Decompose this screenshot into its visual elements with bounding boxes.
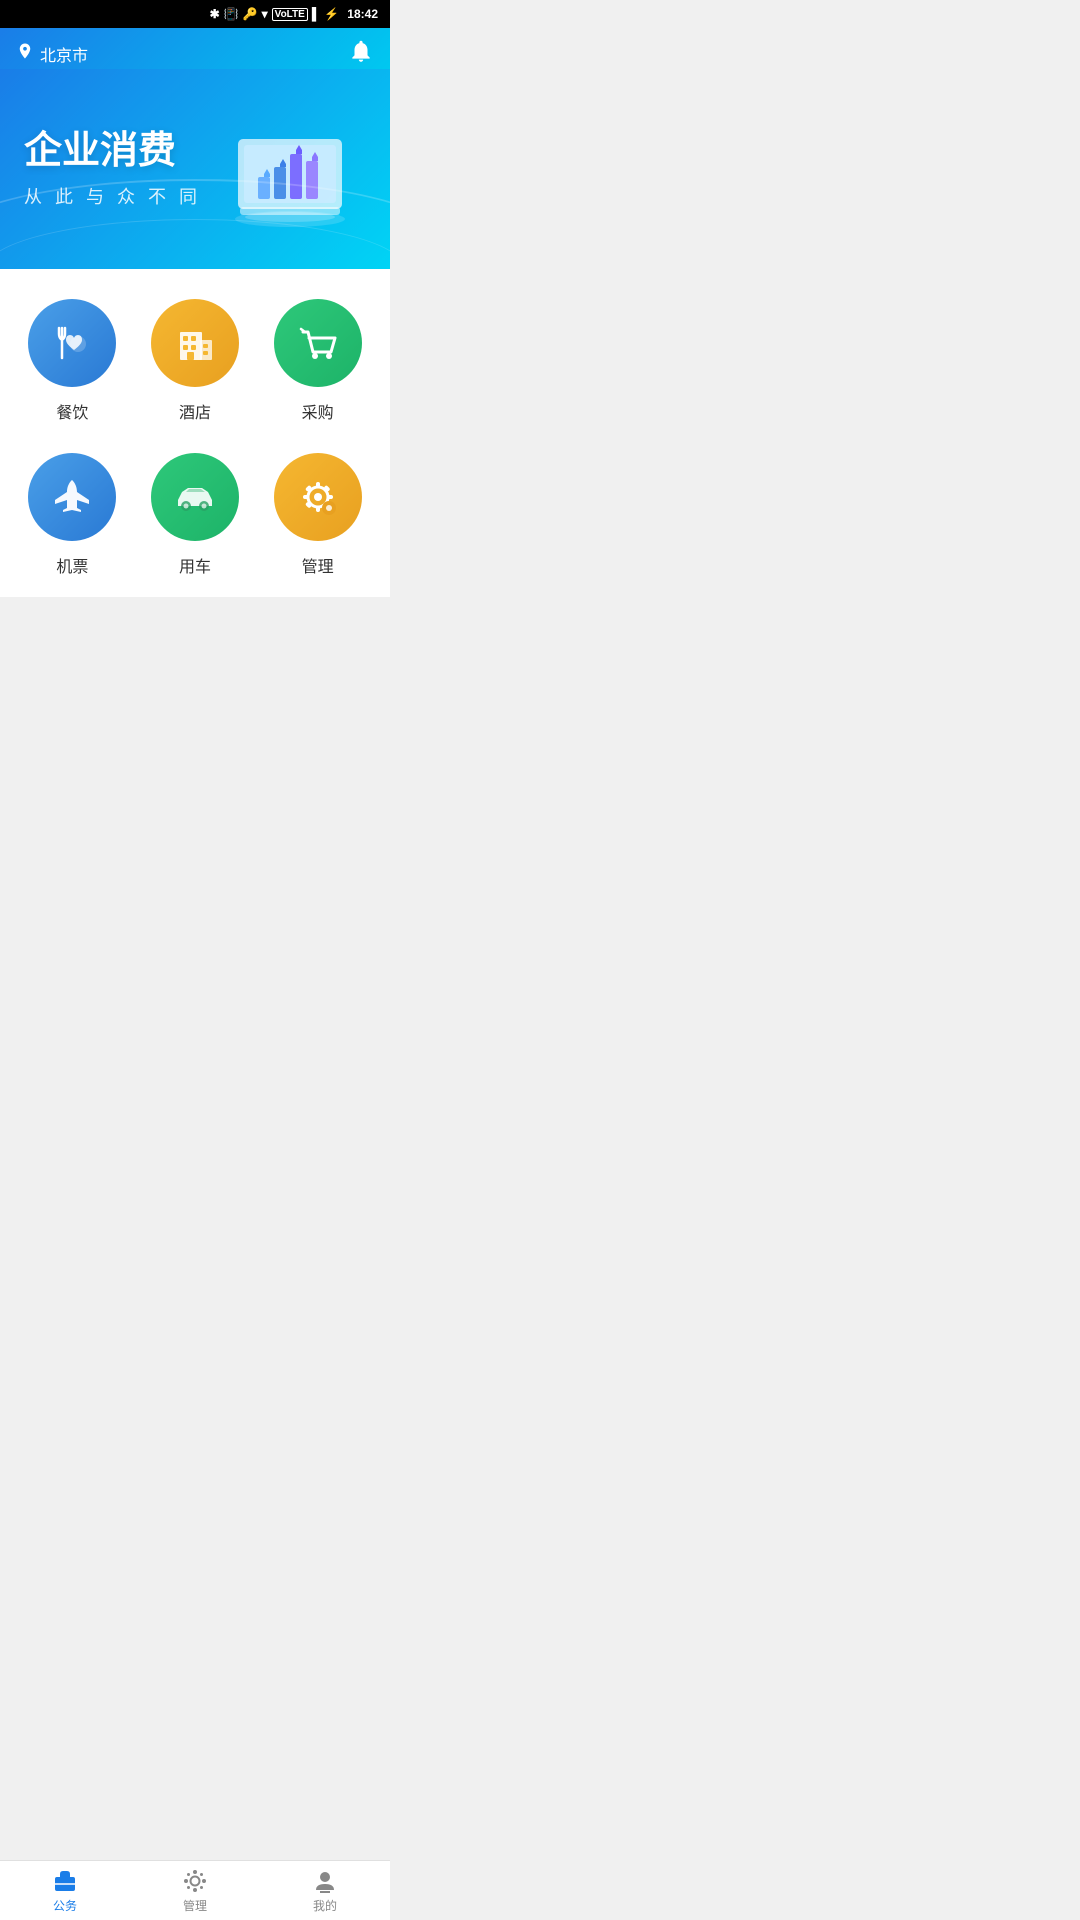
car-icon-circle: [151, 453, 239, 541]
nav-spacer: [0, 817, 390, 877]
header: 北京市: [0, 28, 390, 69]
nav-wode-label: 我的: [313, 1897, 337, 1914]
clock: 18:42: [347, 7, 378, 21]
menu-item-manage[interactable]: 管理: [261, 453, 374, 577]
flight-icon-circle: [28, 453, 116, 541]
location-wrap[interactable]: 北京市: [16, 42, 88, 66]
vibrate-icon: 📳: [224, 7, 239, 21]
status-icons: ✱ 📳 🔑 ▾ VoLTE ▌ ⚡: [210, 7, 340, 21]
status-bar: ✱ 📳 🔑 ▾ VoLTE ▌ ⚡ 18:42: [0, 0, 390, 28]
shopping-label: 采购: [302, 399, 334, 423]
dining-icon-circle: [28, 299, 116, 387]
nav-guanli[interactable]: 管理: [130, 1868, 260, 1914]
menu-item-flight[interactable]: 机票: [16, 453, 129, 577]
gray-section: [0, 597, 390, 817]
wifi-icon: ▾: [262, 7, 268, 21]
vpn-icon: 🔑: [243, 7, 258, 21]
banner: 企业消费 从 此 与 众 不 同: [0, 69, 390, 269]
volte-icon: VoLTE: [272, 8, 308, 21]
icon-grid: 餐饮: [16, 299, 374, 577]
banner-text: 企业消费 从 此 与 众 不 同: [24, 129, 201, 209]
manage-icon-circle: [274, 453, 362, 541]
banner-subtitle: 从 此 与 众 不 同: [24, 183, 201, 209]
nav-gongwu[interactable]: 公务: [0, 1868, 130, 1914]
nav-gongwu-label: 公务: [53, 1897, 77, 1914]
main-content: 餐饮: [0, 269, 390, 597]
nav-guanli-label: 管理: [183, 1897, 207, 1914]
flight-label: 机票: [56, 553, 88, 577]
signal-icon: ▌: [312, 7, 321, 21]
menu-item-dining[interactable]: 餐饮: [16, 299, 129, 423]
hotel-icon-circle: [151, 299, 239, 387]
menu-item-car[interactable]: 用车: [139, 453, 252, 577]
shopping-icon-circle: [274, 299, 362, 387]
bottom-nav: 公务 管理 我的: [0, 1860, 390, 1920]
dining-label: 餐饮: [56, 399, 88, 423]
menu-item-hotel[interactable]: 酒店: [139, 299, 252, 423]
manage-label: 管理: [302, 553, 334, 577]
car-label: 用车: [179, 553, 211, 577]
menu-item-shopping[interactable]: 采购: [261, 299, 374, 423]
bell-button[interactable]: [348, 38, 374, 69]
location-text: 北京市: [40, 42, 88, 66]
bluetooth-icon: ✱: [210, 7, 220, 21]
nav-wode[interactable]: 我的: [260, 1868, 390, 1914]
battery-icon: ⚡: [324, 7, 339, 21]
banner-title: 企业消费: [24, 129, 201, 175]
hotel-label: 酒店: [179, 399, 211, 423]
location-icon: [16, 42, 34, 65]
